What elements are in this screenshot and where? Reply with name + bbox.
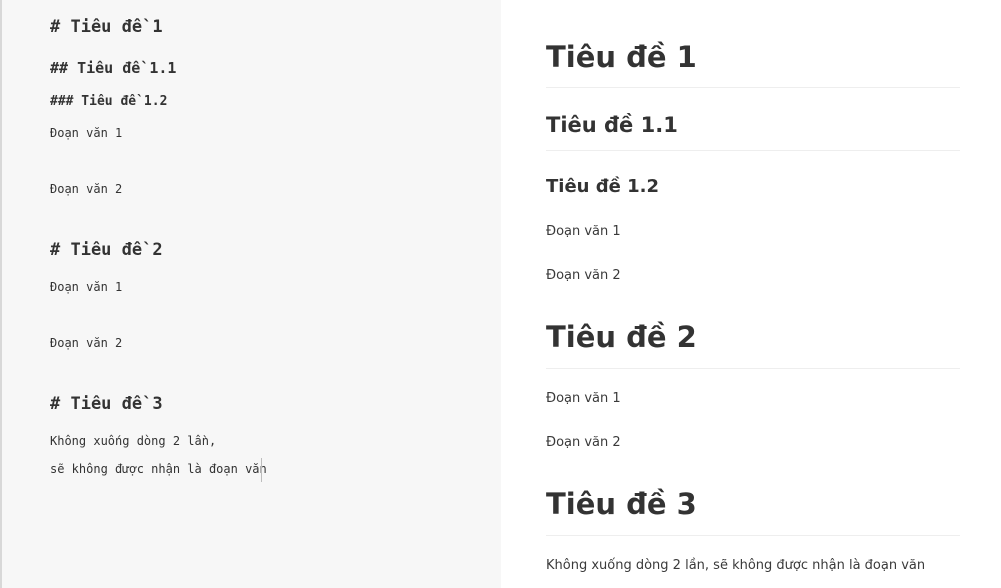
editor-line-heading-1-1[interactable]: ## Tiêu đề 1.1: [50, 59, 176, 77]
preview-heading-1: Tiêu đề 3: [546, 487, 697, 521]
editor-line-heading-2[interactable]: # Tiêu đề 2: [50, 240, 163, 260]
preview-paragraph: Đoạn văn 2: [546, 435, 621, 450]
heading-divider: [546, 87, 960, 88]
editor-line-heading-1-2[interactable]: ### Tiêu đề 1.2: [50, 94, 167, 109]
preview-paragraph: Đoạn văn 1: [546, 224, 621, 239]
markdown-editor[interactable]: # Tiêu đề 1 ## Tiêu đề 1.1 ### Tiêu đề 1…: [0, 0, 501, 588]
heading-divider: [546, 368, 960, 369]
heading-divider: [546, 535, 960, 536]
preview-paragraph: Không xuống dòng 2 lần, sẽ không được nh…: [546, 558, 926, 573]
editor-line-paragraph[interactable]: Đoạn văn 1: [50, 126, 122, 140]
preview-heading-3: Tiêu đề 1.2: [546, 176, 659, 197]
heading-divider: [546, 150, 960, 151]
preview-paragraph: Đoạn văn 1: [546, 391, 621, 406]
editor-line-heading-1[interactable]: # Tiêu đề 1: [50, 17, 163, 37]
editor-line-paragraph[interactable]: Đoạn văn 1: [50, 280, 122, 294]
preview-heading-1: Tiêu đề 2: [546, 320, 697, 354]
editor-line-paragraph[interactable]: Không xuống dòng 2 lần,: [50, 434, 216, 448]
editor-line-heading-3[interactable]: # Tiêu đề 3: [50, 394, 163, 414]
markdown-preview: Tiêu đề 1 Tiêu đề 1.1 Tiêu đề 1.2 Đoạn v…: [501, 0, 1001, 588]
preview-heading-2: Tiêu đề 1.1: [546, 113, 678, 137]
editor-line-paragraph[interactable]: Đoạn văn 2: [50, 182, 122, 196]
preview-heading-1: Tiêu đề 1: [546, 40, 697, 74]
editor-line-paragraph[interactable]: Đoạn văn 2: [50, 336, 122, 350]
editor-line-paragraph[interactable]: sẽ không được nhận là đoạn văn: [50, 462, 267, 476]
preview-paragraph: Đoạn văn 2: [546, 268, 621, 283]
text-caret: [261, 458, 262, 482]
